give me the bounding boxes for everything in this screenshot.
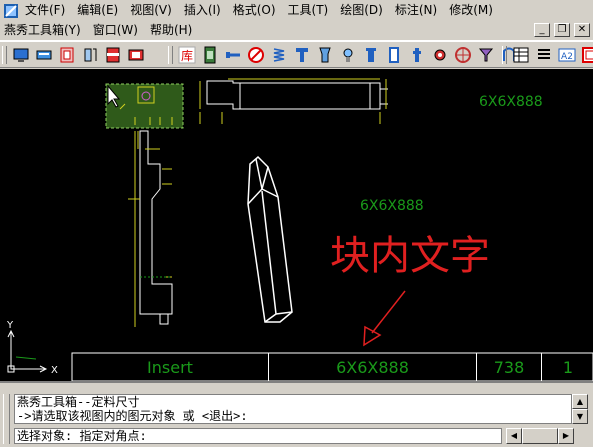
menu-yanxiu-toolbox[interactable]: 燕秀工具箱(Y) (0, 21, 87, 40)
bulb-icon[interactable] (337, 45, 358, 65)
command-area: 燕秀工具箱--定料尺寸 ->请选取该视图内的图元对象 或 <退出>: ▲ ▼ 选… (0, 381, 593, 447)
toolbar-group-3: A2 (500, 44, 593, 66)
menu-view[interactable]: 视图(V) (124, 0, 178, 21)
a2-label: A2 (561, 52, 573, 62)
list-icon[interactable] (533, 45, 554, 65)
vertical-part-dimensions (128, 131, 172, 327)
label-center: 6X6X888 (360, 198, 424, 214)
table-cell-type: Insert (72, 353, 268, 381)
no-entry-icon[interactable] (245, 45, 266, 65)
menu-dimension[interactable]: 标注(N) (389, 0, 443, 21)
column-icon[interactable] (360, 45, 381, 65)
ucs-icon (8, 331, 46, 372)
command-input[interactable]: 选择对象: 指定对角点: (14, 428, 502, 444)
menu-bar: 文件(F) 编辑(E) 视图(V) 插入(I) 格式(O) 工具(T) 绘图(D… (0, 0, 593, 21)
menu-format[interactable]: 格式(O) (227, 0, 282, 21)
command-history-line-1: 燕秀工具箱--定料尺寸 (17, 395, 571, 409)
menu-modify[interactable]: 修改(M) (443, 0, 499, 21)
menu-file[interactable]: 文件(F) (23, 0, 71, 21)
drawing-canvas[interactable]: 6X6X888 6X6X888 块内文字 Y X Insert 6X6X888 … (0, 69, 593, 381)
pin-icon[interactable] (314, 45, 335, 65)
toolbar-grip-2[interactable] (168, 46, 173, 64)
menu-bar-secondary: 燕秀工具箱(Y) 窗口(W) 帮助(H) (0, 21, 593, 41)
command-history-line-2: ->请选取该视图内的图元对象 或 <退出>: (17, 409, 571, 423)
shaft-icon[interactable] (406, 45, 427, 65)
menu-window[interactable]: 窗口(W) (87, 21, 144, 40)
leader-arrow (364, 291, 405, 345)
drawing-svg: 6X6X888 6X6X888 块内文字 Y X (0, 69, 593, 381)
command-vertical-scrollbar[interactable]: ▲ ▼ (572, 394, 588, 424)
funnel-icon[interactable] (475, 45, 496, 65)
long-part-side-view (207, 81, 388, 109)
frame-red-icon[interactable] (579, 45, 593, 65)
isometric-part (248, 157, 292, 322)
bolt-icon[interactable] (222, 45, 243, 65)
scroll-left-icon[interactable]: ◀ (506, 428, 522, 444)
target-icon[interactable] (452, 45, 473, 65)
command-history: 燕秀工具箱--定料尺寸 ->请选取该视图内的图元对象 或 <退出>: (14, 394, 572, 424)
close-button[interactable]: ✕ (574, 23, 590, 37)
ucs-marker (16, 357, 36, 359)
properties-table: Insert 6X6X888 738 1 (72, 353, 593, 381)
table-cell-count-b: 1 (541, 353, 593, 381)
scroll-thumb[interactable] (522, 428, 558, 444)
toolbar-grip-3[interactable] (502, 46, 507, 64)
long-part-dimensions (200, 79, 386, 124)
menu-draw[interactable]: 绘图(D) (334, 0, 389, 21)
vertical-part-view (140, 131, 172, 324)
mold-frame-icon[interactable] (56, 45, 77, 65)
spring-icon[interactable] (268, 45, 289, 65)
menu-insert[interactable]: 插入(I) (178, 0, 227, 21)
film-icon[interactable] (199, 45, 220, 65)
library-label: 库 (180, 48, 192, 63)
plate-icon[interactable] (125, 45, 146, 65)
block-text-label: 块内文字 (330, 233, 490, 279)
bracket-icon[interactable] (79, 45, 100, 65)
restore-button[interactable]: ❐ (554, 23, 570, 37)
keyboard-icon[interactable] (33, 45, 54, 65)
app-icon[interactable] (3, 3, 19, 19)
toolbar-grip[interactable] (2, 46, 7, 64)
ucs-y-label: Y (6, 320, 14, 331)
menu-help[interactable]: 帮助(H) (144, 21, 198, 40)
table-icon[interactable] (510, 45, 531, 65)
minimize-button[interactable]: _ (534, 23, 550, 37)
monitor-icon[interactable] (10, 45, 31, 65)
label-top-right: 6X6X888 (479, 94, 543, 110)
ucs-x-label: X (51, 365, 58, 376)
menu-edit[interactable]: 编辑(E) (71, 0, 124, 21)
command-horizontal-scrollbar[interactable]: ◀ ▶ (506, 428, 590, 444)
command-grip[interactable] (3, 394, 10, 444)
tall-plate-icon[interactable] (383, 45, 404, 65)
library-icon[interactable]: 库 (176, 45, 197, 65)
table-cell-count-a: 738 (476, 353, 541, 381)
a2-icon[interactable]: A2 (556, 45, 577, 65)
toolbar-group-2: 库 (166, 44, 521, 66)
table-cell-block-name: 6X6X888 (268, 353, 476, 381)
gear-icon[interactable] (429, 45, 450, 65)
menu-tools[interactable]: 工具(T) (282, 0, 335, 21)
scroll-down-icon[interactable]: ▼ (572, 409, 588, 424)
scroll-right-icon[interactable]: ▶ (558, 428, 574, 444)
toolbar-group-1 (0, 44, 148, 66)
toolbar: 库 A2 (0, 41, 593, 68)
ejector-icon[interactable] (291, 45, 312, 65)
red-block-icon[interactable] (102, 45, 123, 65)
scroll-up-icon[interactable]: ▲ (572, 394, 588, 409)
